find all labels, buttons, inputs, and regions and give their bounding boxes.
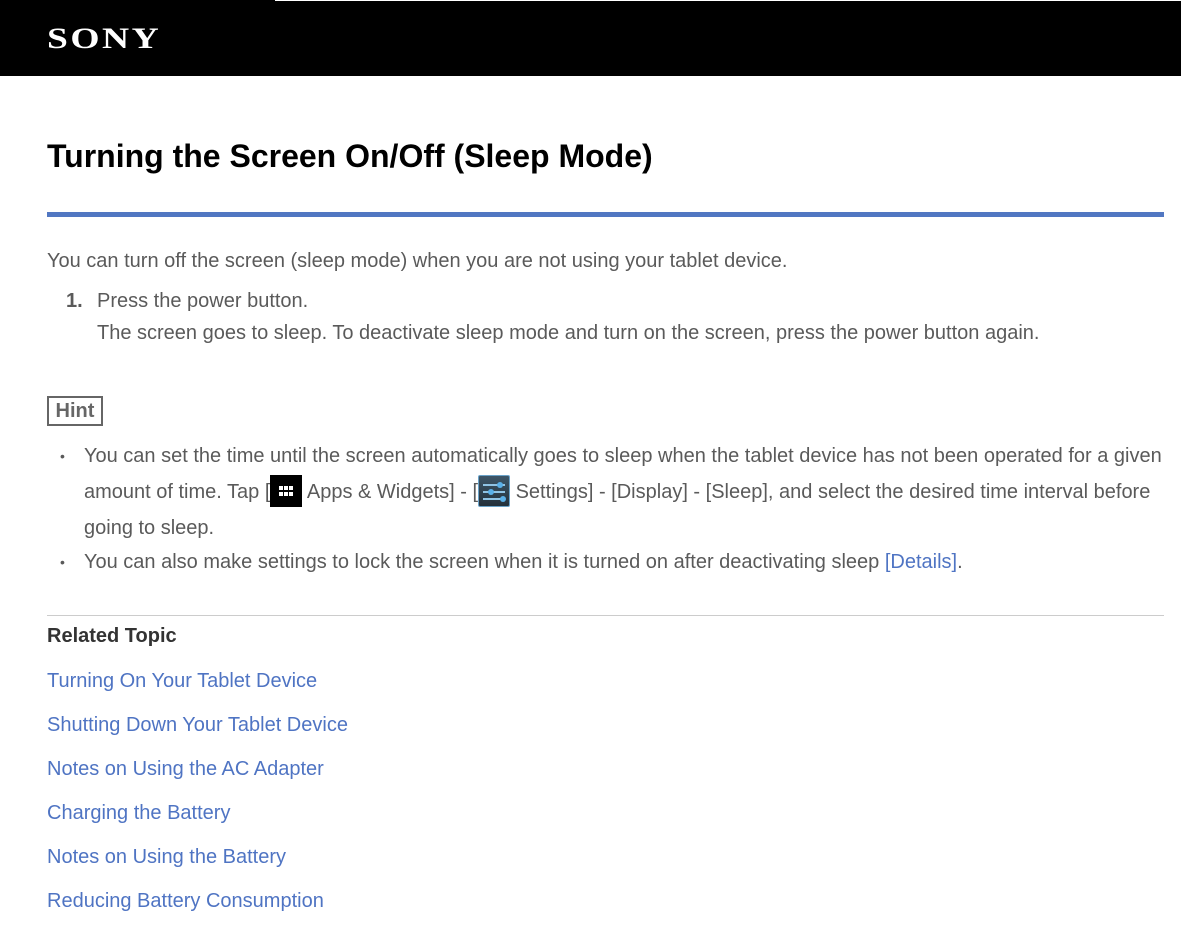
- related-link[interactable]: Charging the Battery: [47, 799, 348, 843]
- related-link[interactable]: Shutting Down Your Tablet Device: [47, 711, 348, 755]
- details-link[interactable]: [Details]: [885, 551, 957, 573]
- hint-list: • You can set the time until the screen …: [60, 438, 1170, 580]
- step-text: Press the power button.: [97, 290, 309, 312]
- step-detail: The screen goes to sleep. To deactivate …: [97, 322, 1040, 344]
- bullet-icon: •: [60, 448, 65, 464]
- header-top-line: [275, 0, 1181, 1]
- related-link[interactable]: Turning On Your Tablet Device: [47, 667, 348, 711]
- hint-item: • You can also make settings to lock the…: [60, 544, 1170, 580]
- related-link[interactable]: Notes on Using the Battery: [47, 843, 348, 887]
- header-bar: SONY: [0, 0, 1181, 76]
- related-topic-heading: Related Topic: [47, 625, 177, 647]
- title-divider: [47, 212, 1164, 217]
- related-link[interactable]: Reducing Battery Consumption: [47, 887, 348, 931]
- sony-logo: SONY: [47, 22, 162, 55]
- step-number: 1.: [66, 290, 83, 312]
- bullet-icon: •: [60, 554, 65, 570]
- hint-label: Hint: [47, 396, 103, 426]
- intro-text: You can turn off the screen (sleep mode)…: [47, 250, 788, 272]
- hint-item: • You can set the time until the screen …: [60, 438, 1170, 546]
- section-divider: [47, 615, 1164, 616]
- related-topic-list: Turning On Your Tablet Device Shutting D…: [47, 667, 348, 931]
- related-link[interactable]: Notes on Using the AC Adapter: [47, 755, 348, 799]
- page-title: Turning the Screen On/Off (Sleep Mode): [47, 138, 653, 174]
- settings-sliders-icon: [478, 475, 511, 507]
- apps-grid-icon: [270, 475, 303, 507]
